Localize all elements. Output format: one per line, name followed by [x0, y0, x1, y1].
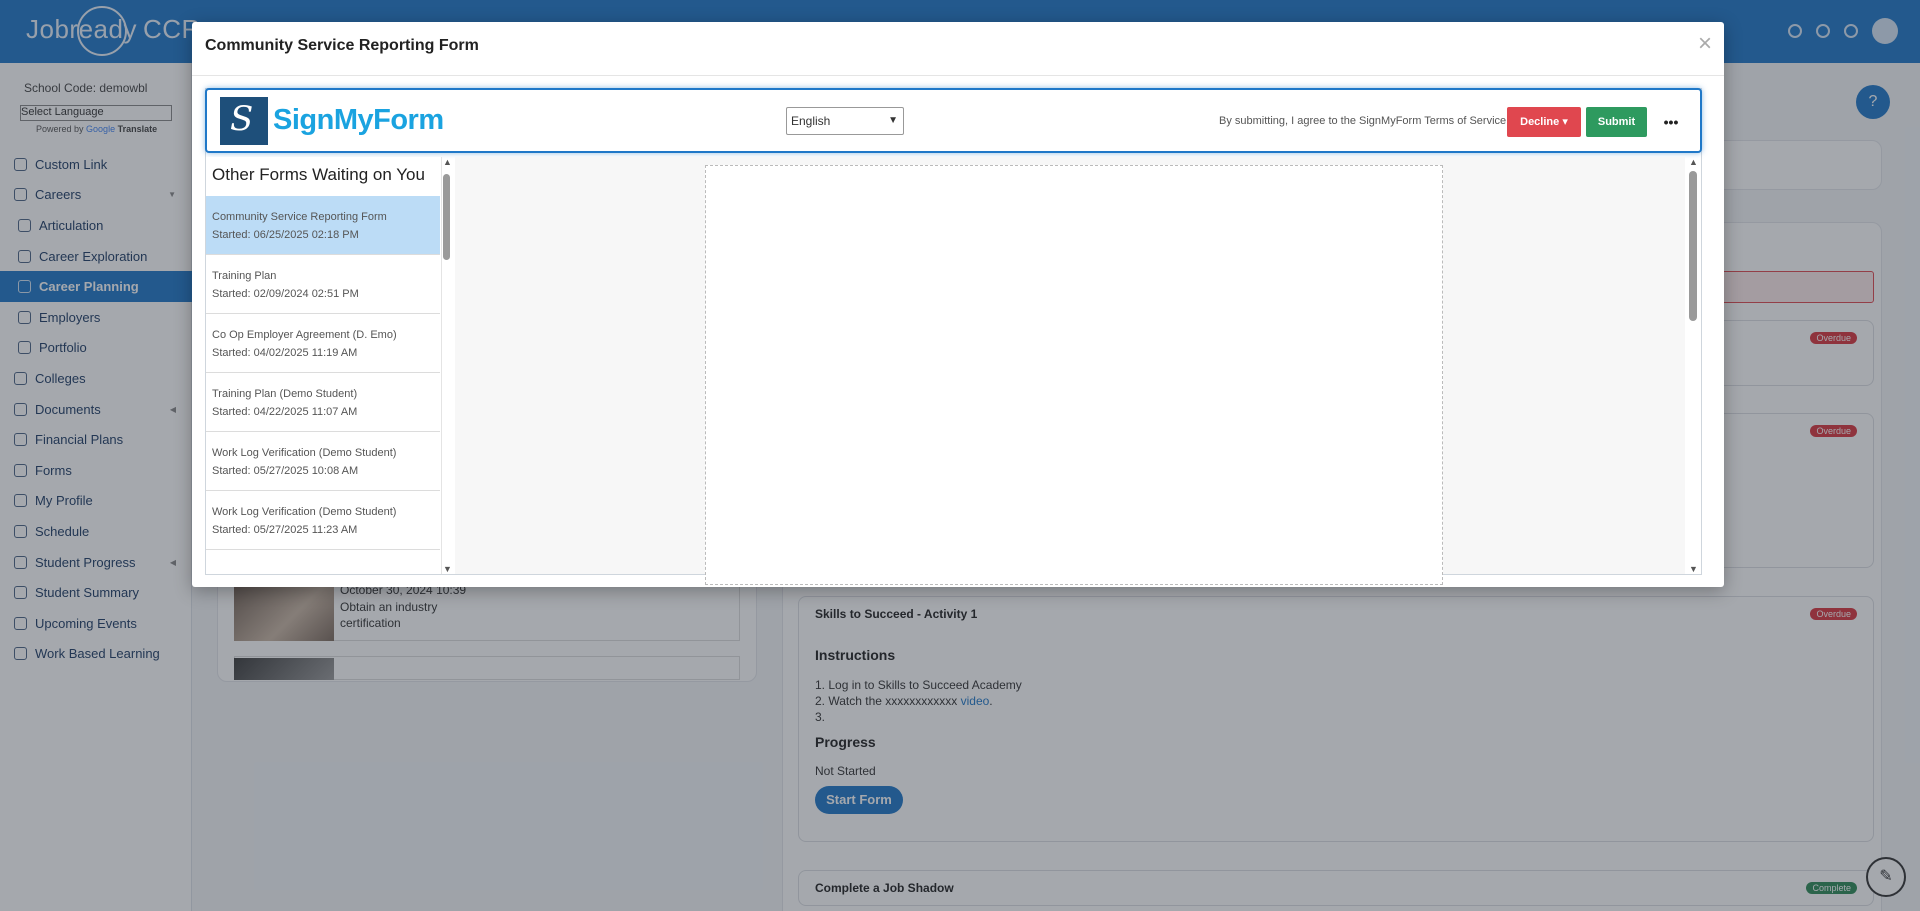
signmyform-logo-text: SignMyForm — [273, 104, 444, 136]
modal-header: Community Service Reporting Form × — [192, 22, 1724, 76]
list-item[interactable]: Co Op Employer Agreement (D. Emo) Starte… — [206, 314, 440, 373]
scrollbar-thumb[interactable] — [1689, 171, 1697, 321]
form-name: Work Log Verification (Demo Student) — [212, 447, 397, 459]
form-started: Started: 04/22/2025 11:07 AM — [212, 406, 358, 418]
scrollbar-thumb[interactable] — [443, 174, 450, 260]
scroll-up-icon[interactable]: ▲ — [443, 157, 452, 167]
list-item[interactable]: Community Service Reporting Form Started… — [206, 196, 440, 255]
scroll-down-icon[interactable]: ▼ — [1689, 564, 1698, 574]
form-name: Training Plan (Demo Student) — [212, 388, 358, 400]
modal-title: Community Service Reporting Form — [205, 37, 479, 54]
signmyform-toolbar: S SignMyForm English ▼ By submitting, I … — [205, 88, 1702, 153]
language-select[interactable]: English ▼ — [786, 107, 904, 135]
form-name: Training Plan — [212, 270, 277, 282]
signmyform-logo-icon: S — [220, 97, 268, 145]
list-item[interactable]: Work Log Verification (Demo Student) Sta… — [206, 491, 440, 550]
form-name: Co Op Employer Agreement (D. Emo) — [212, 329, 397, 341]
decline-button[interactable]: Decline ▾ — [1507, 107, 1581, 137]
other-forms-list: Other Forms Waiting on You Community Ser… — [206, 157, 442, 574]
document-viewer — [455, 157, 1685, 585]
form-name: Work Log Verification (Demo Student) — [212, 506, 397, 518]
scroll-down-icon[interactable]: ▼ — [443, 564, 452, 574]
form-started: Started: 04/02/2025 11:19 AM — [212, 347, 358, 359]
list-item[interactable]: Training Plan (Demo Student) Started: 04… — [206, 373, 440, 432]
list-item[interactable]: Training Plan Started: 02/09/2024 02:51 … — [206, 255, 440, 314]
form-name: Community Service Reporting Form — [212, 211, 387, 223]
terms-text: By submitting, I agree to the SignMyForm… — [1219, 115, 1510, 127]
decline-label: Decline — [1520, 116, 1560, 128]
document-scrollbar[interactable]: ▲ ▼ — [1686, 157, 1700, 574]
caret-down-icon: ▾ — [1562, 116, 1568, 128]
form-modal: Community Service Reporting Form × S Sig… — [192, 22, 1724, 587]
forms-list-scrollbar[interactable]: ▲ ▼ — [442, 157, 452, 574]
close-icon[interactable]: × — [1698, 32, 1712, 56]
form-started: Started: 06/25/2025 02:18 PM — [212, 229, 359, 241]
form-started: Started: 05/27/2025 11:23 AM — [212, 524, 358, 536]
other-forms-heading: Other Forms Waiting on You — [212, 165, 425, 184]
submit-button[interactable]: Submit — [1586, 107, 1647, 137]
scroll-up-icon[interactable]: ▲ — [1689, 157, 1698, 167]
document-page[interactable] — [705, 165, 1443, 585]
signmyform-frame: S SignMyForm English ▼ By submitting, I … — [205, 88, 1702, 585]
form-started: Started: 02/09/2024 02:51 PM — [212, 288, 359, 300]
list-item[interactable] — [206, 550, 440, 574]
chevron-down-icon: ▼ — [888, 115, 898, 126]
language-select-value: English — [791, 114, 831, 128]
list-item[interactable]: Work Log Verification (Demo Student) Sta… — [206, 432, 440, 491]
more-options-icon[interactable]: ••• — [1658, 107, 1684, 137]
form-started: Started: 05/27/2025 10:08 AM — [212, 465, 359, 477]
